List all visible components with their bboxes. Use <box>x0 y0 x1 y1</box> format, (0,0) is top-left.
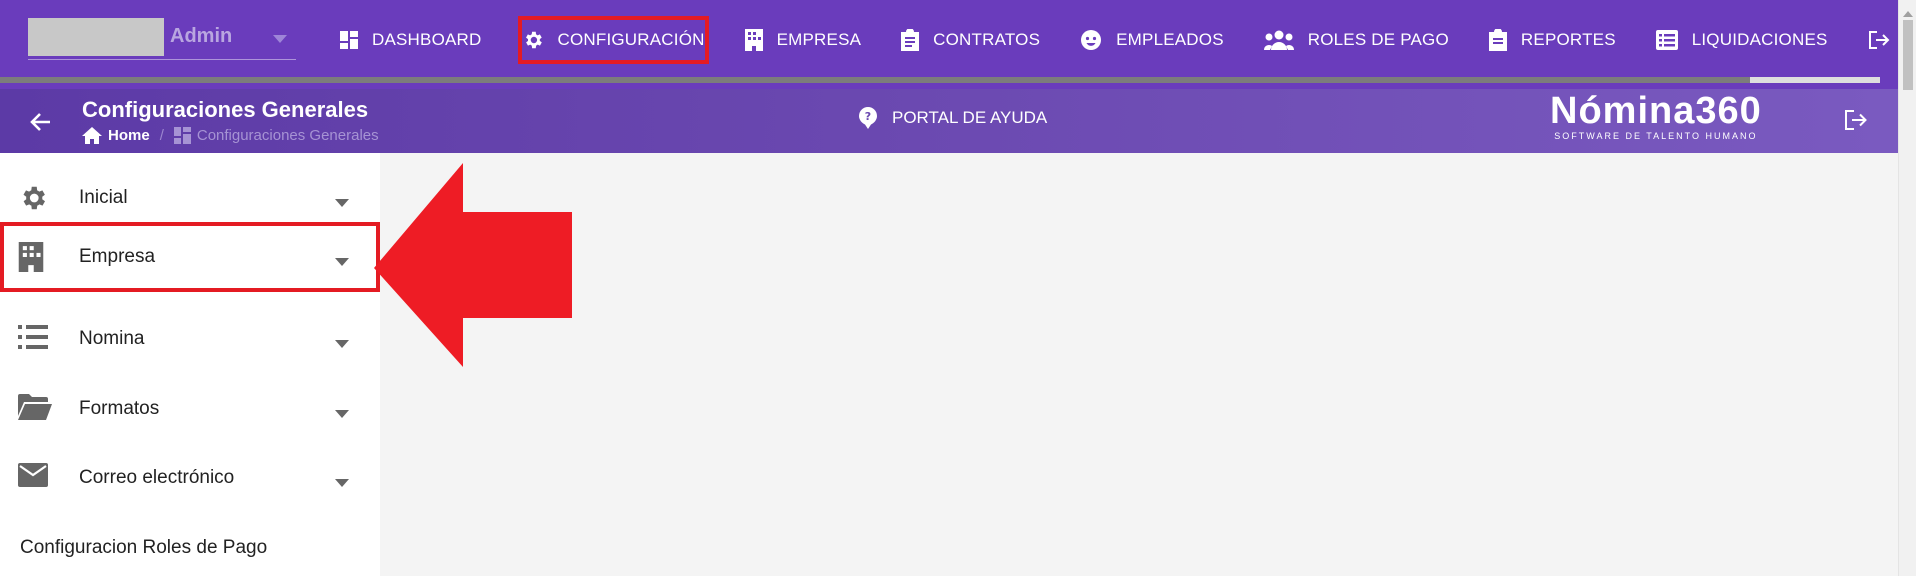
brand-tagline: SOFTWARE DE TALENTO HUMANO <box>1554 130 1758 141</box>
sidebar-item-label: Correo electrónico <box>79 467 235 488</box>
report-icon <box>1488 29 1507 51</box>
chevron-down-icon <box>335 253 349 271</box>
back-button[interactable] <box>28 109 54 135</box>
page-header: Configuraciones Generales Home / Configu… <box>0 89 1898 153</box>
sidebar-item-label: Inicial <box>79 187 128 208</box>
clipboard-icon <box>901 29 920 51</box>
folder-open-icon <box>18 394 52 425</box>
chevron-down-icon <box>335 194 349 212</box>
nav-label: EMPRESA <box>776 30 862 49</box>
mail-icon <box>18 463 48 492</box>
gear-icon <box>525 31 542 49</box>
avatar <box>28 18 164 56</box>
nav-label: ROLES DE PAGO <box>1307 30 1449 49</box>
chevron-down-icon <box>335 474 349 492</box>
nav-configuracion[interactable]: CONFIGURACIÓN <box>502 0 725 80</box>
help-portal-label: PORTAL DE AYUDA <box>892 108 1048 127</box>
nav-roles-de-pago[interactable]: ROLES DE PAGO <box>1244 0 1469 80</box>
breadcrumb-home[interactable]: Home <box>108 127 150 144</box>
svg-text:?: ? <box>865 110 871 123</box>
group-icon <box>1263 30 1294 50</box>
sidebar-item-label: Empresa <box>79 246 156 267</box>
nav-label: LIQUIDACIONES <box>1691 30 1828 49</box>
sidebar-item-nomina[interactable]: Nomina <box>0 304 380 374</box>
breadcrumb-separator: / <box>159 127 164 144</box>
nav-label: EMPLEADOS <box>1116 30 1224 49</box>
chevron-down-icon <box>335 335 349 353</box>
list-icon <box>18 324 48 355</box>
home-icon <box>82 127 102 144</box>
breadcrumb: Home / Configuraciones Generales <box>82 127 379 144</box>
main-nav: DASHBOARD CONFIGURACIÓN EMPRESA CONTRATO… <box>320 0 1916 80</box>
top-progress-fill <box>1750 77 1880 83</box>
face-icon <box>1081 30 1102 50</box>
breadcrumb-current: Configuraciones Generales <box>196 127 379 144</box>
scrollbar-thumb[interactable] <box>1903 20 1913 90</box>
nav-liquidaciones[interactable]: LIQUIDACIONES <box>1636 0 1848 80</box>
user-selector[interactable]: Admin <box>28 18 296 60</box>
logout-button[interactable] <box>1844 109 1868 136</box>
page-title: Configuraciones Generales <box>82 97 369 122</box>
nav-empleados[interactable]: EMPLEADOS <box>1060 0 1244 80</box>
nav-contratos[interactable]: CONTRATOS <box>881 0 1060 80</box>
nav-dashboard[interactable]: DASHBOARD <box>320 0 502 80</box>
dashboard-icon <box>173 127 191 144</box>
sidebar-item-empresa[interactable]: Empresa <box>0 222 380 292</box>
help-icon: ? <box>859 107 877 129</box>
chevron-down-icon <box>335 405 349 423</box>
building-icon <box>18 242 44 277</box>
sidebar-item-formatos[interactable]: Formatos <box>0 374 380 444</box>
scrollbar[interactable] <box>1898 0 1916 576</box>
brand-logo: Nómina360 SOFTWARE DE TALENTO HUMANO <box>1550 90 1762 141</box>
list-icon <box>1655 30 1678 50</box>
nav-label: CONFIGURACIÓN <box>557 30 705 49</box>
nav-reportes[interactable]: REPORTES <box>1469 0 1636 80</box>
user-name: Admin <box>170 25 233 47</box>
help-portal-link[interactable]: ? PORTAL DE AYUDA <box>858 107 1047 129</box>
arrow-back-icon <box>30 113 50 131</box>
exit-icon <box>1868 31 1889 49</box>
sidebar-item-label: Formatos <box>79 398 160 419</box>
dashboard-icon <box>340 31 358 49</box>
chevron-down-icon[interactable] <box>273 30 287 48</box>
sidebar-item-correo[interactable]: Correo electrónico <box>0 443 380 513</box>
gear-icon <box>18 183 48 218</box>
nav-label: CONTRATOS <box>933 30 1041 49</box>
brand-name: Nómina360 <box>1550 90 1762 132</box>
nav-label: REPORTES <box>1520 30 1616 49</box>
sidebar-item-config-roles-pago[interactable]: Configuracion Roles de Pago <box>20 537 267 559</box>
logout-icon <box>1845 110 1867 130</box>
top-progress-bar <box>0 77 1880 83</box>
building-icon <box>744 29 763 51</box>
top-navbar: Admin DASHBOARD CONFIGURACIÓN EMPRESA CO… <box>0 0 1916 89</box>
nav-empresa[interactable]: EMPRESA <box>725 0 882 80</box>
sidebar-item-label: Nomina <box>79 328 145 349</box>
nav-label: DASHBOARD <box>372 30 482 49</box>
settings-sidebar: Inicial Empresa Nomina Formatos Correo e… <box>0 153 380 576</box>
